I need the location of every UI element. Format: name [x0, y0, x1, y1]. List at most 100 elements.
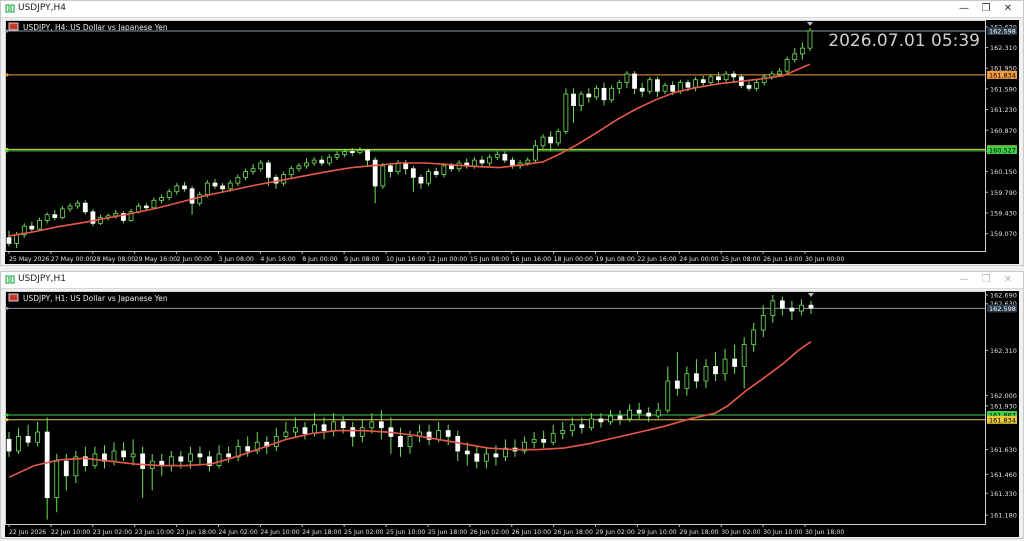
window-titlebar[interactable]: USDJPY,H4 — ❐ ✕ [1, 1, 1023, 18]
candle-body [372, 159, 378, 187]
chart-svg-h4: USDJPY, H4: US Dollar vs Japanese Yen162… [5, 20, 1017, 263]
candle-body [751, 329, 757, 345]
y-tick-label: 161.230 [990, 106, 1017, 114]
line-handle[interactable] [5, 418, 9, 422]
y-tick-label: 159.790 [990, 189, 1017, 197]
candle-body [639, 87, 645, 92]
candle-body [378, 421, 384, 429]
chart-window-h1: USDJPY,H1 — ❐ ✕ USDJPY, H1: US Dollar vs… [0, 271, 1024, 539]
server-clock: 2026.07.01 05:39 [828, 31, 980, 51]
candle-body [563, 93, 569, 132]
candle-body [449, 165, 454, 170]
candle-body [296, 165, 302, 170]
candle-body [589, 418, 594, 429]
y-tick-label: 160.870 [990, 127, 1017, 135]
candle-body [703, 366, 709, 382]
candle-body [189, 188, 195, 204]
candle-body [410, 168, 416, 178]
chart-canvas[interactable]: USDJPY, H4: US Dollar vs Japanese Yen 162… [5, 20, 1019, 264]
restore-button[interactable]: ❐ [975, 272, 997, 288]
y-tick-label: 162.690 [990, 292, 1017, 300]
candle-body [713, 366, 718, 375]
candle-body [579, 424, 585, 429]
candle-body [14, 234, 20, 244]
y-tick-label: 161.330 [990, 490, 1017, 498]
candle-body [331, 421, 337, 431]
candle-body [159, 197, 164, 201]
x-tick-label: 9 Jun 08:00 [344, 256, 379, 263]
y-tick-label: 161.590 [990, 85, 1017, 93]
candle-body [326, 156, 332, 164]
window-title: USDJPY,H4 [18, 3, 66, 13]
candle-body [601, 87, 607, 101]
y-tick-label: 159.070 [990, 230, 1017, 238]
line-handle[interactable] [5, 413, 9, 417]
x-tick-label: 4 Jun 16:00 [260, 256, 295, 263]
chart-canvas[interactable]: USDJPY, H1: US Dollar vs Japanese Yen 162… [5, 291, 1019, 537]
restore-button[interactable]: ❐ [975, 1, 997, 17]
x-tick-label: 22 Jun 16:00 [637, 256, 676, 263]
close-button[interactable]: ✕ [997, 272, 1019, 288]
candle-body [54, 460, 60, 499]
candle-body [479, 159, 485, 164]
candle-body [471, 159, 477, 167]
candle-body [143, 205, 149, 209]
minimize-button[interactable]: — [953, 1, 975, 17]
candle-body [433, 171, 439, 175]
candle-body [319, 159, 325, 164]
y-tick-label: 162.000 [990, 392, 1017, 400]
candle-body [731, 73, 737, 78]
flag-icon [8, 293, 19, 302]
y-tick-label: 162.310 [990, 347, 1017, 355]
candle-body [25, 436, 31, 443]
candle-body [359, 427, 365, 437]
candle-body [243, 171, 248, 178]
close-button[interactable]: ✕ [997, 1, 1019, 17]
candle-body [82, 202, 88, 213]
moving-average-line [8, 341, 812, 479]
candle-body [283, 431, 289, 437]
candle-body [569, 424, 575, 432]
price-label-text: 162.598 [989, 305, 1016, 313]
candle-body [16, 436, 21, 452]
line-handle[interactable] [5, 149, 9, 153]
candle-body [6, 237, 12, 244]
x-tick-label: 26 Jun 18:00 [554, 529, 593, 536]
candle-body [770, 300, 776, 316]
candle-body [624, 73, 630, 83]
candle-body [245, 446, 251, 452]
x-tick-label: 16 Jun 16:00 [512, 256, 551, 263]
line-handle[interactable] [5, 29, 9, 33]
x-tick-label: 22 Jun 2026 [9, 529, 46, 536]
chart-symbol-label: USDJPY, H1: US Dollar vs Japanese Yen [23, 294, 168, 303]
y-tick-label: 160.150 [990, 168, 1017, 176]
candle-body [197, 453, 203, 458]
chart-window-icon [5, 4, 15, 13]
candle-body [357, 149, 363, 154]
candle-body [586, 93, 592, 98]
line-handle[interactable] [5, 73, 9, 77]
candle-body [29, 225, 35, 230]
minimize-button[interactable]: — [953, 272, 975, 288]
candle-body [168, 456, 174, 466]
line-handle[interactable] [5, 306, 9, 310]
candle-body [560, 430, 566, 434]
x-tick-label: 25 Jun 02:00 [344, 529, 383, 536]
price-label-text: 161.834 [989, 71, 1016, 79]
candle-body [436, 430, 442, 440]
candle-body [63, 460, 69, 477]
candle-body [627, 409, 632, 420]
x-tick-label: 24 Jun 18:00 [302, 529, 341, 536]
candle-body [140, 453, 146, 469]
candle-body [684, 373, 690, 389]
plot-frame [5, 20, 986, 252]
candle-body [792, 53, 798, 61]
candle-body [541, 438, 547, 443]
x-tick-label: 25 Jun 10:00 [386, 529, 425, 536]
candle-body [216, 453, 222, 466]
candle-body [52, 214, 58, 218]
candle-body [694, 373, 699, 382]
window-titlebar[interactable]: USDJPY,H1 — ❐ ✕ [1, 272, 1023, 289]
x-tick-label: 29 Jun 02:00 [596, 529, 635, 536]
window-title: USDJPY,H1 [18, 274, 66, 284]
